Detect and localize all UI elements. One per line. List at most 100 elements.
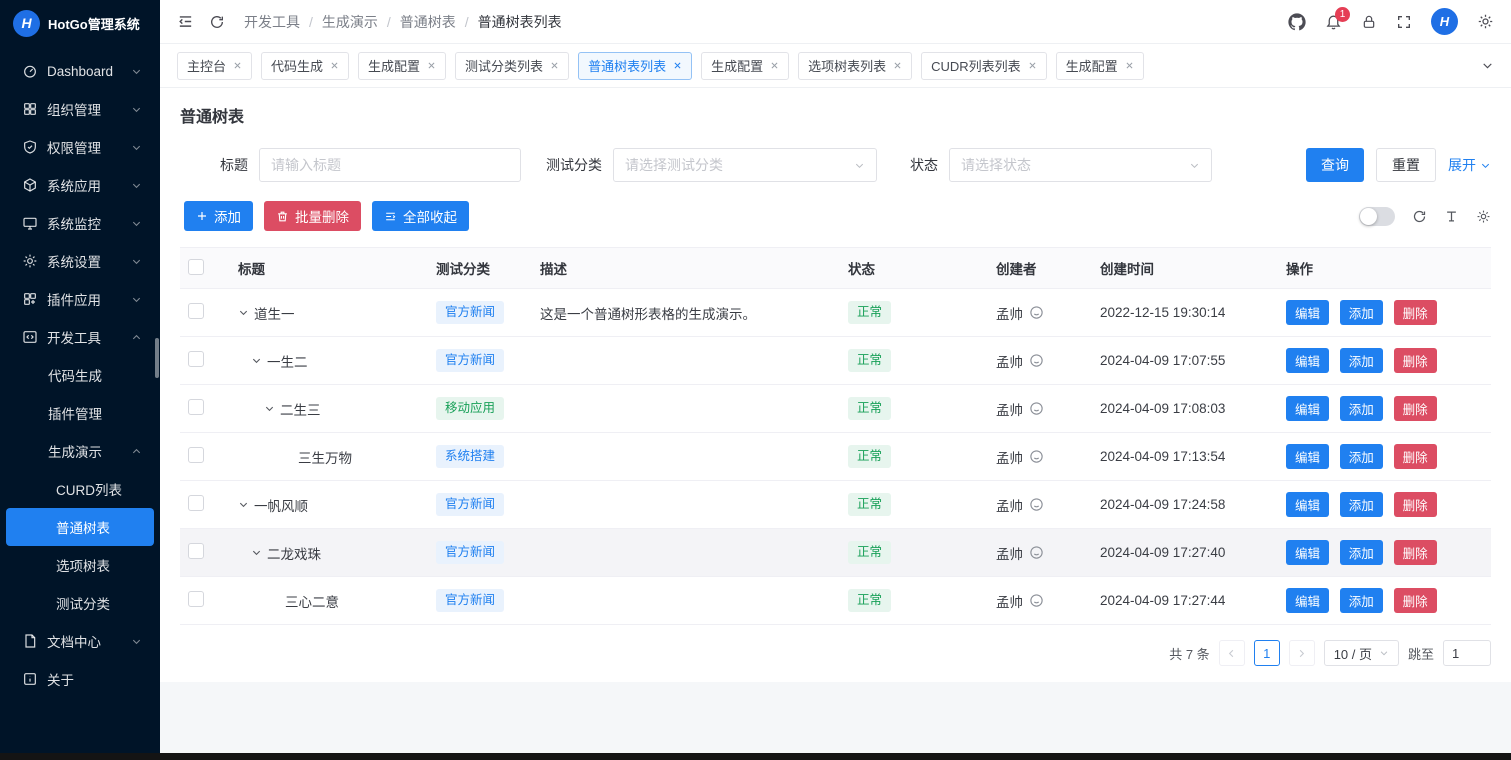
close-tab-icon[interactable] xyxy=(233,61,242,70)
add-button[interactable]: 添加 xyxy=(184,201,253,231)
tab-item-0[interactable]: 主控台 xyxy=(177,52,252,80)
sidebar-item-test-category[interactable]: 测试分类 xyxy=(6,584,154,622)
edit-button[interactable]: 编辑 xyxy=(1286,444,1329,469)
sidebar-item-dev-tools[interactable]: 开发工具 xyxy=(6,318,154,356)
status-filter-select[interactable]: 请选择状态 xyxy=(949,148,1212,182)
sidebar-item-plugin-app[interactable]: 插件应用 xyxy=(6,280,154,318)
close-tab-icon[interactable] xyxy=(550,61,559,70)
delete-button[interactable]: 删除 xyxy=(1394,588,1437,613)
batch-delete-button[interactable]: 批量删除 xyxy=(264,201,361,231)
tab-item-2[interactable]: 生成配置 xyxy=(358,52,446,80)
add-child-button[interactable]: 添加 xyxy=(1340,492,1383,517)
close-tab-icon[interactable] xyxy=(330,61,339,70)
row-checkbox[interactable] xyxy=(188,447,204,463)
tab-item-1[interactable]: 代码生成 xyxy=(261,52,349,80)
select-all-checkbox[interactable] xyxy=(188,259,204,275)
reset-button[interactable]: 重置 xyxy=(1376,148,1436,182)
sidebar-item-system-settings[interactable]: 系统设置 xyxy=(6,242,154,280)
sidebar-item-system-monitor[interactable]: 系统监控 xyxy=(6,204,154,242)
row-checkbox[interactable] xyxy=(188,351,204,367)
delete-button[interactable]: 删除 xyxy=(1394,300,1437,325)
close-tab-icon[interactable] xyxy=(427,61,436,70)
breadcrumb-item[interactable]: 普通树表列表 xyxy=(478,12,562,32)
tree-expand-icon[interactable] xyxy=(264,403,275,414)
close-tab-icon[interactable] xyxy=(893,61,902,70)
prev-page-button[interactable] xyxy=(1219,640,1245,666)
add-child-button[interactable]: 添加 xyxy=(1340,348,1383,373)
row-checkbox[interactable] xyxy=(188,399,204,415)
app-logo[interactable]: H HotGo管理系统 xyxy=(0,0,160,46)
user-avatar[interactable]: H xyxy=(1431,8,1458,35)
breadcrumb-item[interactable]: 开发工具 xyxy=(244,12,300,32)
sidebar-item-code-gen[interactable]: 代码生成 xyxy=(6,356,154,394)
layout-settings-button[interactable] xyxy=(1477,13,1494,30)
add-child-button[interactable]: 添加 xyxy=(1340,540,1383,565)
edit-button[interactable]: 编辑 xyxy=(1286,396,1329,421)
close-tab-icon[interactable] xyxy=(1028,61,1037,70)
sidebar-item-organization[interactable]: 组织管理 xyxy=(6,90,154,128)
delete-button[interactable]: 删除 xyxy=(1394,492,1437,517)
tab-item-3[interactable]: 测试分类列表 xyxy=(455,52,569,80)
tree-expand-icon[interactable] xyxy=(238,307,249,318)
edit-button[interactable]: 编辑 xyxy=(1286,492,1329,517)
sidebar-scrollbar[interactable] xyxy=(155,338,159,378)
sidebar-item-gen-demo[interactable]: 生成演示 xyxy=(6,432,154,470)
breadcrumb-item[interactable]: 普通树表 xyxy=(400,12,456,32)
edit-button[interactable]: 编辑 xyxy=(1286,348,1329,373)
breadcrumb-item[interactable]: 生成演示 xyxy=(322,12,378,32)
sidebar-item-curd-list[interactable]: CURD列表 xyxy=(6,470,154,508)
reload-table-button[interactable] xyxy=(1412,209,1427,224)
next-page-button[interactable] xyxy=(1289,640,1315,666)
add-child-button[interactable]: 添加 xyxy=(1340,300,1383,325)
sidebar-item-system-app[interactable]: 系统应用 xyxy=(6,166,154,204)
delete-button[interactable]: 删除 xyxy=(1394,348,1437,373)
tab-item-8[interactable]: 生成配置 xyxy=(1056,52,1144,80)
sidebar-item-option-tree[interactable]: 选项树表 xyxy=(6,546,154,584)
striped-toggle[interactable] xyxy=(1359,207,1395,226)
sidebar-item-tree-table[interactable]: 普通树表 xyxy=(6,508,154,546)
expand-filters-button[interactable]: 展开 xyxy=(1448,155,1491,175)
edit-button[interactable]: 编辑 xyxy=(1286,540,1329,565)
sidebar-item-plugin-manage[interactable]: 插件管理 xyxy=(6,394,154,432)
tree-expand-icon[interactable] xyxy=(251,355,262,366)
close-tab-icon[interactable] xyxy=(770,61,779,70)
notifications-button[interactable]: 1 xyxy=(1325,13,1342,30)
close-tab-icon[interactable] xyxy=(1125,61,1134,70)
row-checkbox[interactable] xyxy=(188,543,204,559)
delete-button[interactable]: 删除 xyxy=(1394,540,1437,565)
column-settings-button[interactable] xyxy=(1476,209,1491,224)
edit-button[interactable]: 编辑 xyxy=(1286,588,1329,613)
add-child-button[interactable]: 添加 xyxy=(1340,396,1383,421)
page-number-button[interactable]: 1 xyxy=(1254,640,1280,666)
search-button[interactable]: 查询 xyxy=(1306,148,1364,182)
tab-item-7[interactable]: CUDR列表列表 xyxy=(921,52,1047,80)
fullscreen-button[interactable] xyxy=(1396,14,1412,30)
sidebar-item-about[interactable]: 关于 xyxy=(6,660,154,698)
delete-button[interactable]: 删除 xyxy=(1394,396,1437,421)
page-size-select[interactable]: 10 / 页 xyxy=(1324,640,1399,666)
jump-to-input[interactable] xyxy=(1443,640,1491,666)
close-tab-icon[interactable] xyxy=(673,61,682,70)
add-child-button[interactable]: 添加 xyxy=(1340,588,1383,613)
sidebar-item-dashboard[interactable]: Dashboard xyxy=(6,52,154,90)
sidebar-item-doc-center[interactable]: 文档中心 xyxy=(6,622,154,660)
tab-item-5[interactable]: 生成配置 xyxy=(701,52,789,80)
table-size-button[interactable] xyxy=(1444,209,1459,224)
tabs-dropdown-button[interactable] xyxy=(1481,59,1494,72)
github-button[interactable] xyxy=(1288,13,1306,31)
edit-button[interactable]: 编辑 xyxy=(1286,300,1329,325)
sidebar-item-permission[interactable]: 权限管理 xyxy=(6,128,154,166)
tree-expand-icon[interactable] xyxy=(238,499,249,510)
category-filter-select[interactable]: 请选择测试分类 xyxy=(613,148,877,182)
add-child-button[interactable]: 添加 xyxy=(1340,444,1383,469)
collapse-all-button[interactable]: 全部收起 xyxy=(372,201,469,231)
tab-item-6[interactable]: 选项树表列表 xyxy=(798,52,912,80)
lock-screen-button[interactable] xyxy=(1361,14,1377,30)
tree-expand-icon[interactable] xyxy=(251,547,262,558)
refresh-page-button[interactable] xyxy=(209,14,225,30)
collapse-sidebar-button[interactable] xyxy=(177,13,194,30)
title-filter-input[interactable] xyxy=(259,148,521,182)
delete-button[interactable]: 删除 xyxy=(1394,444,1437,469)
row-checkbox[interactable] xyxy=(188,591,204,607)
row-checkbox[interactable] xyxy=(188,495,204,511)
